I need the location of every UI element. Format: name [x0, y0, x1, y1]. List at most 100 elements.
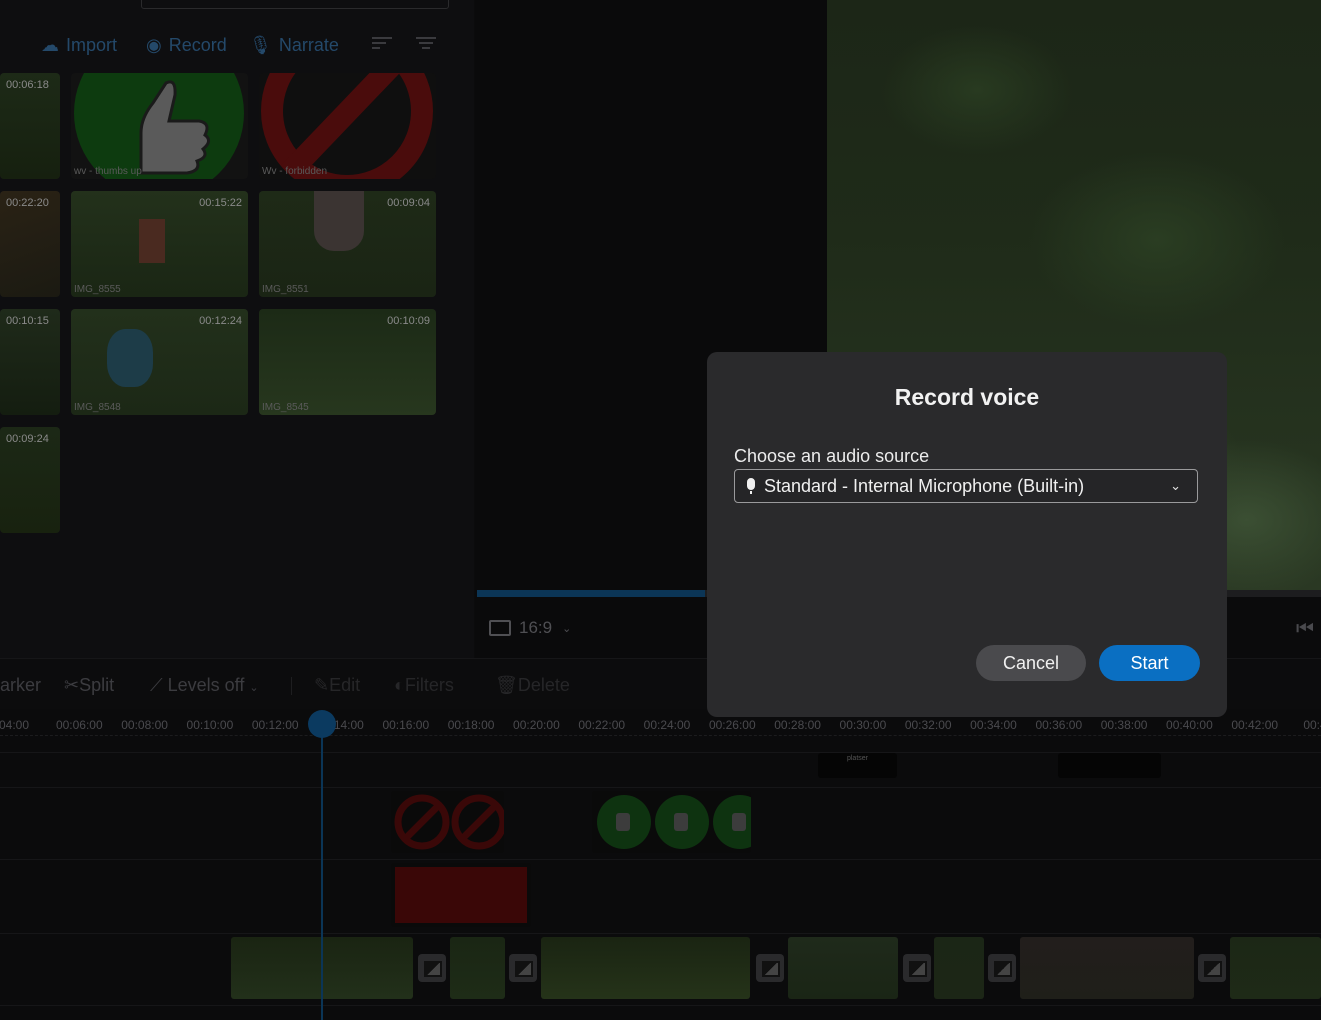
cancel-button[interactable]: Cancel — [976, 645, 1086, 681]
media-duration: 00:22:20 — [6, 197, 49, 209]
delete-label: Delete — [517, 675, 570, 695]
sort-icon[interactable] — [372, 37, 394, 51]
ruler-tick: 00:28:00 — [774, 718, 821, 732]
import-button[interactable]: ☁ Import — [41, 31, 117, 59]
thumbs-up-overlay-clip[interactable] — [592, 791, 751, 853]
edit-label: Edit — [329, 675, 361, 695]
video-clip[interactable] — [1020, 937, 1194, 999]
video-clip[interactable] — [1230, 937, 1321, 999]
record-voice-dialog: Record voice Choose an audio source Stan… — [707, 352, 1227, 717]
transition-icon[interactable] — [756, 954, 784, 982]
title-clip-text: platser — [846, 755, 868, 762]
track-divider — [0, 787, 1321, 788]
media-item[interactable]: 00:09:04 IMG_8551 — [259, 191, 436, 297]
video-clip[interactable] — [450, 937, 505, 999]
ruler-tick: 00:34:00 — [970, 718, 1017, 732]
cloud-upload-icon: ☁ — [41, 34, 59, 55]
media-item[interactable]: 00:06:18 — [0, 73, 60, 179]
aspect-ratio-value: 16:9 — [519, 618, 553, 637]
delete-button[interactable]: 🗑Delete — [495, 675, 570, 696]
color-clip[interactable] — [391, 863, 531, 927]
playhead-handle[interactable] — [308, 710, 336, 738]
filters-button[interactable]: ◐Filters — [394, 675, 454, 696]
ruler-tick: 00:08:00 — [121, 718, 168, 732]
media-duration: 00:12:24 — [199, 315, 242, 327]
ruler-tick: 00:42:00 — [1231, 718, 1279, 732]
aspect-ratio-select[interactable]: 16:9 ⌄ — [489, 618, 571, 638]
media-item[interactable]: 00:09:24 — [0, 427, 60, 533]
media-name: IMG_8545 — [262, 402, 309, 413]
ruler-baseline — [0, 735, 1321, 736]
title-clip[interactable]: platser — [818, 753, 897, 778]
pencil-icon: ✎ — [314, 675, 330, 695]
levels-button[interactable]: ⟋ Levels off ⌄ — [150, 675, 259, 696]
filters-icon: ◐ — [394, 675, 405, 695]
narrate-button[interactable]: 🎙 Narrate — [249, 31, 339, 59]
transition-icon[interactable] — [903, 954, 931, 982]
media-duration: 00:06:18 — [6, 79, 49, 91]
media-item[interactable]: 00:12:24 IMG_8548 — [71, 309, 248, 415]
transition-icon[interactable] — [988, 954, 1016, 982]
transition-icon[interactable] — [1198, 954, 1226, 982]
ruler-tick: 00:30:00 — [839, 718, 887, 732]
ruler-tick: 04:00 — [0, 718, 30, 732]
chevron-down-icon: ⌄ — [562, 622, 572, 635]
record-icon: ◉ — [146, 34, 162, 55]
track-divider — [0, 933, 1321, 934]
video-clip[interactable] — [788, 937, 898, 999]
media-item[interactable]: Wv - forbidden — [259, 73, 436, 179]
ruler-tick: 00:44: — [1303, 718, 1321, 732]
media-name: Wv - forbidden — [262, 166, 328, 177]
ruler-tick: 00:12:00 — [251, 718, 299, 732]
title-clip[interactable] — [1058, 753, 1161, 778]
media-item[interactable]: 00:10:15 — [0, 309, 60, 415]
video-clip[interactable] — [934, 937, 984, 999]
record-button[interactable]: ◉ Record — [146, 31, 227, 59]
forbidden-icon — [394, 794, 504, 850]
media-search-input[interactable] — [141, 0, 449, 9]
filter-icon[interactable] — [416, 37, 438, 51]
edit-button[interactable]: ✎Edit — [314, 675, 360, 696]
chevron-down-icon: ⌄ — [249, 682, 259, 694]
transition-icon[interactable] — [418, 954, 446, 982]
trash-icon: 🗑 — [495, 675, 518, 695]
start-button[interactable]: Start — [1099, 645, 1200, 681]
media-item[interactable]: 00:15:22 IMG_8555 — [71, 191, 248, 297]
skip-to-start-icon[interactable]: ⏮ — [1296, 618, 1314, 641]
ruler-tick: 00:16:00 — [382, 718, 430, 732]
split-label: Split — [79, 675, 115, 695]
screen-icon — [489, 620, 511, 636]
ruler-tick: 00:20:00 — [513, 718, 560, 732]
marker-button[interactable]: arker — [0, 675, 41, 696]
levels-label: Levels off — [167, 675, 245, 695]
filters-label: Filters — [404, 675, 454, 695]
video-clip[interactable] — [541, 937, 750, 999]
playback-progress-fill — [477, 590, 705, 597]
playhead-line — [321, 723, 323, 1020]
ruler-tick: 00:32:00 — [904, 718, 952, 732]
media-item[interactable]: 00:10:09 IMG_8545 — [259, 309, 436, 415]
thumbs-up-icon — [597, 795, 751, 849]
ruler-tick: 00:06:00 — [55, 718, 103, 732]
media-name: IMG_8551 — [262, 284, 309, 295]
media-name: wv - thumbs up — [74, 166, 142, 177]
audio-source-select[interactable]: Standard - Internal Microphone (Built-in… — [734, 469, 1198, 503]
ruler-tick: 00:38:00 — [1100, 718, 1148, 732]
ruler-tick: 00:18:00 — [447, 718, 495, 732]
track-divider — [0, 1005, 1321, 1006]
wand-icon: ⟋ — [150, 675, 168, 695]
scissors-icon: ✂ — [64, 675, 80, 695]
dialog-title: Record voice — [894, 384, 1040, 410]
microphone-icon — [747, 478, 755, 494]
transition-icon[interactable] — [509, 954, 537, 982]
forbidden-overlay-clip[interactable] — [391, 791, 504, 853]
divider — [291, 677, 292, 695]
ruler-tick: 00:26:00 — [708, 718, 756, 732]
media-name: IMG_8555 — [74, 284, 121, 295]
media-item[interactable]: wv - thumbs up — [71, 73, 248, 179]
ruler-tick: 00:24:00 — [643, 718, 691, 732]
split-button[interactable]: ✂Split — [64, 675, 114, 696]
media-duration: 00:09:04 — [387, 197, 430, 209]
ruler-tick: 00:40:00 — [1166, 718, 1213, 732]
media-item[interactable]: 00:22:20 — [0, 191, 60, 297]
